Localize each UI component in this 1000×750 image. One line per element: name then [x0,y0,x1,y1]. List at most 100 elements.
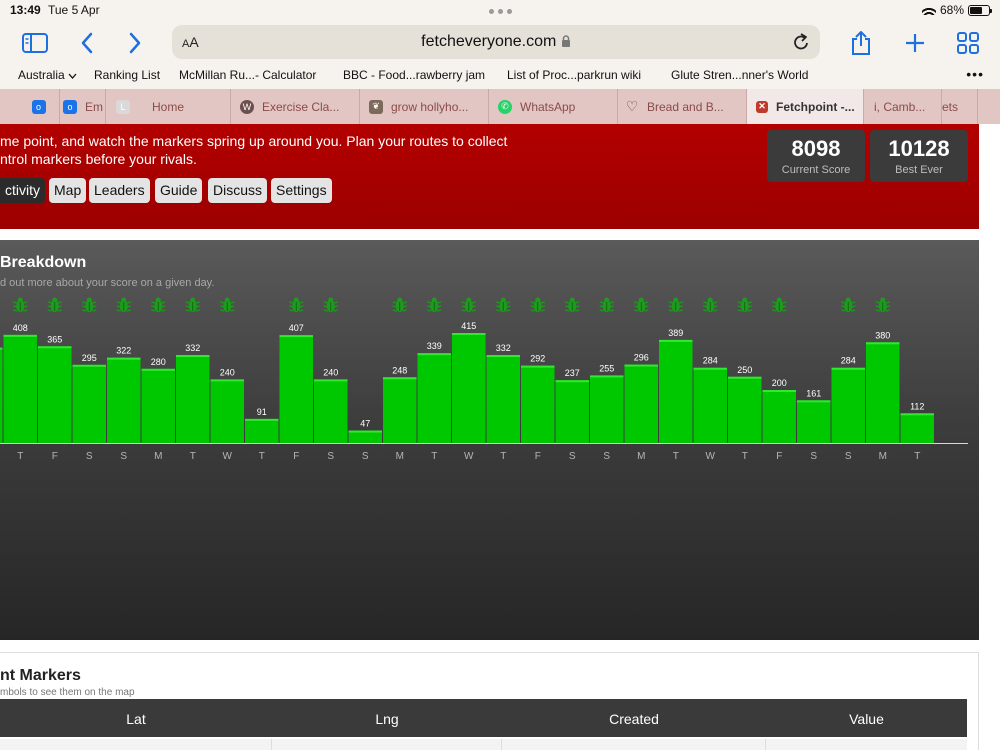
chart-bar[interactable] [245,418,279,443]
tab-label: Exercise Cla... [262,99,340,114]
chart-bar[interactable] [486,355,521,443]
current-score-label: Current Score [781,164,851,176]
chart-data-label: 237 [565,368,580,378]
chart-bar[interactable] [3,334,38,443]
tab-whatsapp[interactable]: ✆ WhatsApp [489,89,618,124]
tab-partial[interactable]: ets [942,89,978,124]
tab-home[interactable]: L Home [106,89,231,124]
multitasking-dots-icon[interactable] [489,9,512,14]
outlook-icon: o [31,99,46,114]
back-icon[interactable] [72,28,102,58]
chart-data-label: 284 [841,356,856,366]
tab-outlook-small[interactable]: o [18,89,60,124]
chart-bar[interactable] [279,335,314,443]
sidebar-icon[interactable] [20,28,50,58]
chart-bar-highlight [452,333,486,336]
nav-leaders[interactable]: Leaders [89,178,150,203]
tab-email[interactable]: o Em [60,89,106,124]
chart-bar[interactable] [383,377,417,443]
bookmark-bbc-food[interactable]: BBC - Food...rawberry jam [343,68,485,82]
col-lat[interactable]: Lat [0,711,272,727]
tab-cambridge[interactable]: i, Camb... [864,89,942,124]
bug-marker-icon [461,297,476,312]
markers-table-header: Lat Lng Created Value [0,699,967,737]
tab-fetchpoint[interactable]: ✕ Fetchpoint -... [747,89,864,124]
nav-discuss[interactable]: Discuss [208,178,268,203]
chart-tick-label: S [845,451,852,462]
chart-bar[interactable] [521,365,555,443]
bug-marker-icon [47,297,62,312]
col-created[interactable]: Created [502,711,766,727]
bookmark-australia[interactable]: Australia [18,68,77,82]
chart-bar[interactable] [452,333,486,443]
tab-label: Bread and B... [647,99,724,114]
bug-marker-icon [220,297,235,312]
table-row[interactable] [0,739,967,750]
chart-tick-label: S [327,451,334,462]
chart-tick-label: T [259,451,265,462]
wordpress-icon: W [240,99,254,114]
chart-bar[interactable] [0,347,3,443]
tab-overview-icon[interactable] [953,28,983,58]
chart-bar[interactable] [555,380,590,443]
new-tab-icon[interactable] [900,28,930,58]
wifi-icon [921,5,936,15]
nav-guide[interactable]: Guide [155,178,203,203]
chart-bar[interactable] [797,400,831,443]
chart-data-label: 200 [772,378,787,388]
chart-bar[interactable] [659,339,693,443]
bug-marker-icon [185,297,200,312]
tab-label: WhatsApp [520,99,576,114]
forward-icon[interactable] [120,28,150,58]
chart-bar-highlight [245,418,279,421]
chart-bar[interactable] [693,367,728,443]
chart-tick-label: T [673,451,679,462]
chart-data-label: 240 [323,367,338,377]
address-bar[interactable]: AAAA fetcheveryone.com [172,25,820,59]
bookmark-glute-strength[interactable]: Glute Stren...nner's World [671,68,808,82]
bug-marker-icon [151,297,166,312]
chart-bar-highlight [866,342,900,345]
share-icon[interactable] [846,28,876,58]
chart-bar[interactable] [176,355,210,443]
tab-bread-and-butter[interactable]: ♡ Bread and B... [618,89,747,124]
chart-data-label: 389 [668,328,683,338]
chart-bar[interactable] [38,346,72,443]
chart-bar[interactable] [314,379,348,443]
chart-bar[interactable] [762,390,797,443]
chart-tick-label: F [52,451,58,462]
chart-tick-label: T [431,451,437,462]
bug-marker-icon [737,297,752,312]
nav-map[interactable]: Map [49,178,87,203]
chart-bar[interactable] [141,368,176,443]
chart-bar[interactable] [590,375,624,443]
chart-data-label: 296 [634,353,649,363]
chevron-down-icon [68,73,77,79]
col-value[interactable]: Value [766,711,967,727]
chart-bar[interactable] [72,364,107,443]
tab-exercise-classes[interactable]: W Exercise Cla... [231,89,360,124]
bookmark-ranking-list[interactable]: Ranking List [94,68,160,82]
col-lng[interactable]: Lng [272,711,502,727]
battery-icon [968,4,992,16]
tab-grow-hollyhocks[interactable]: ❦ grow hollyho... [360,89,489,124]
bug-marker-icon [599,297,614,312]
chart-bar[interactable] [728,376,762,443]
chart-bar[interactable] [866,342,900,443]
nav-settings[interactable]: Settings [271,178,332,203]
nav-activity[interactable]: ctivity [0,178,45,203]
chart-bar[interactable] [831,367,866,443]
chart-bar[interactable] [107,357,141,443]
bookmark-mcmillan[interactable]: McMillan Ru...- Calculator [179,68,316,82]
chart-bar[interactable] [900,413,935,443]
chart-bar[interactable] [624,364,659,443]
bookmark-parkrun-wiki[interactable]: List of Proc...parkrun wiki [507,68,641,82]
reload-icon[interactable] [792,32,810,57]
chart-bar-highlight [72,364,106,367]
more-icon[interactable]: ••• [966,66,984,82]
chart-bar[interactable] [210,379,245,443]
chart-bar[interactable] [417,353,452,443]
leaf-icon: ❦ [369,99,383,114]
status-date: Tue 5 Apr [48,3,100,17]
best-ever-box: 10128 Best Ever [870,130,968,182]
